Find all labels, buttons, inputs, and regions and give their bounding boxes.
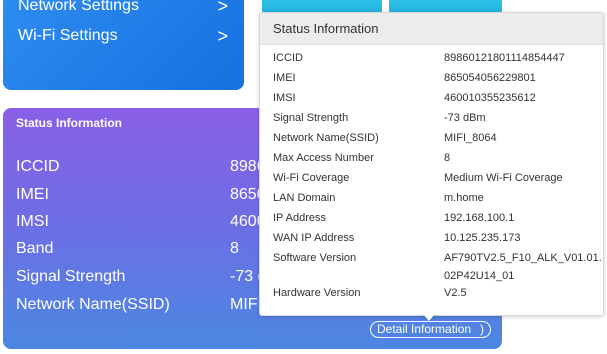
router-status-page: Network Settings > Wi-Fi Settings > Stat…	[0, 0, 607, 354]
status-row-value: MIFI	[230, 296, 262, 313]
settings-card: Network Settings > Wi-Fi Settings >	[3, 0, 244, 90]
status-row-label: IMEI	[16, 186, 49, 203]
status-row-value: 8	[230, 240, 239, 257]
popup-row-value: Medium Wi-Fi Coverage	[444, 172, 563, 184]
popup-row-value: V2.5	[444, 287, 467, 299]
status-row-label: Network Name(SSID)	[16, 296, 170, 313]
wifi-settings-link[interactable]: Wi-Fi Settings >	[18, 22, 230, 50]
popup-title: Status Information	[273, 21, 379, 36]
popup-row-label: WAN IP Address	[273, 232, 355, 244]
popup-row-label: Wi-Fi Coverage	[273, 172, 350, 184]
popup-row-value: 10.125.235.173	[444, 232, 521, 244]
popup-row-label: Software Version	[273, 252, 357, 264]
popup-row-label: ICCID	[273, 52, 303, 64]
popup-row-value: 192.168.100.1	[444, 212, 515, 224]
status-row-label: Signal Strength	[16, 268, 126, 285]
status-row-label: IMSI	[16, 213, 49, 230]
popup-row-value: 89860121801114854447	[444, 52, 565, 64]
popup-row-value: 865054056229801	[444, 72, 536, 84]
popup-header: Status Information	[260, 13, 603, 45]
popup-row-value: 460010355235612	[444, 92, 536, 104]
status-card-title: Status Information	[16, 116, 123, 130]
network-settings-link[interactable]: Network Settings >	[18, 0, 230, 20]
status-row-label: Band	[16, 240, 54, 257]
status-information-popup: Status Information ICCID 898601218011148…	[259, 12, 604, 316]
popup-row-value: MIFI_8064	[444, 132, 497, 144]
popup-row-label: LAN Domain	[273, 192, 336, 204]
wifi-settings-label: Wi-Fi Settings	[18, 27, 118, 44]
popup-row-label: IMEI	[273, 72, 296, 84]
popup-row-value: -73 dBm	[444, 112, 486, 124]
popup-row-label: IMSI	[273, 92, 296, 104]
popup-row-label: Hardware Version	[273, 287, 361, 299]
detail-information-label: Detail Information	[377, 322, 472, 336]
popup-row-value: m.home	[444, 192, 484, 204]
chevron-right-icon: >	[217, 0, 228, 16]
popup-row-label: Max Access Number	[273, 152, 374, 164]
popup-row-label: Signal Strength	[273, 112, 349, 124]
chevron-right-icon: >	[217, 26, 228, 46]
popup-row-label: IP Address	[273, 212, 326, 224]
popup-row-value: 8	[444, 152, 451, 164]
network-settings-label: Network Settings	[18, 0, 139, 14]
arrow-right-icon: )	[480, 322, 484, 336]
detail-information-button[interactable]: Detail Information )	[370, 321, 491, 338]
popup-pointer	[422, 313, 436, 321]
status-row-label: ICCID	[16, 158, 60, 175]
popup-row-value: AF790TV2.5_F10_ALK_V01.01.02P42U14_01	[444, 252, 602, 282]
popup-row-label: Network Name(SSID)	[273, 132, 379, 144]
